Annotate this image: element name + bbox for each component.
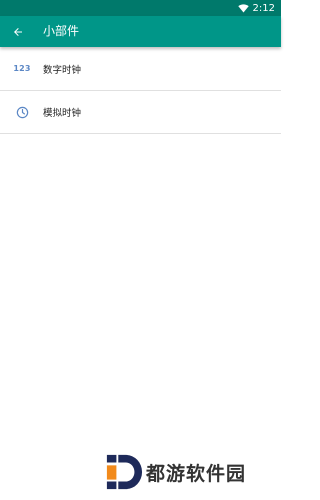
arrow-back-icon bbox=[14, 28, 22, 36]
back-button[interactable] bbox=[7, 21, 29, 43]
wifi-icon bbox=[237, 3, 249, 13]
list-item-analog-clock[interactable]: 模拟时钟 bbox=[0, 91, 281, 134]
list-item-label: 数字时钟 bbox=[43, 64, 82, 76]
status-icons: 2:12 bbox=[237, 0, 275, 16]
clock-icon bbox=[16, 106, 28, 118]
watermark-text: 都游软件园 bbox=[146, 462, 247, 485]
list-item-label: 模拟时钟 bbox=[43, 108, 82, 119]
site-logo-icon bbox=[106, 454, 143, 490]
digits-icon: 123 bbox=[13, 64, 31, 73]
list-item-digital-clock[interactable]: 123 数字时钟 bbox=[0, 47, 281, 91]
page-title: 小部件 bbox=[43, 24, 80, 38]
clock-icon-wrap bbox=[11, 91, 33, 133]
status-time: 2:12 bbox=[252, 2, 275, 14]
widget-list: 123 数字时钟 模拟时钟 bbox=[0, 47, 281, 134]
status-bar: 2:12 bbox=[0, 0, 281, 16]
app-toolbar: 小部件 bbox=[0, 16, 281, 47]
watermark: 都游软件园 bbox=[105, 452, 246, 492]
